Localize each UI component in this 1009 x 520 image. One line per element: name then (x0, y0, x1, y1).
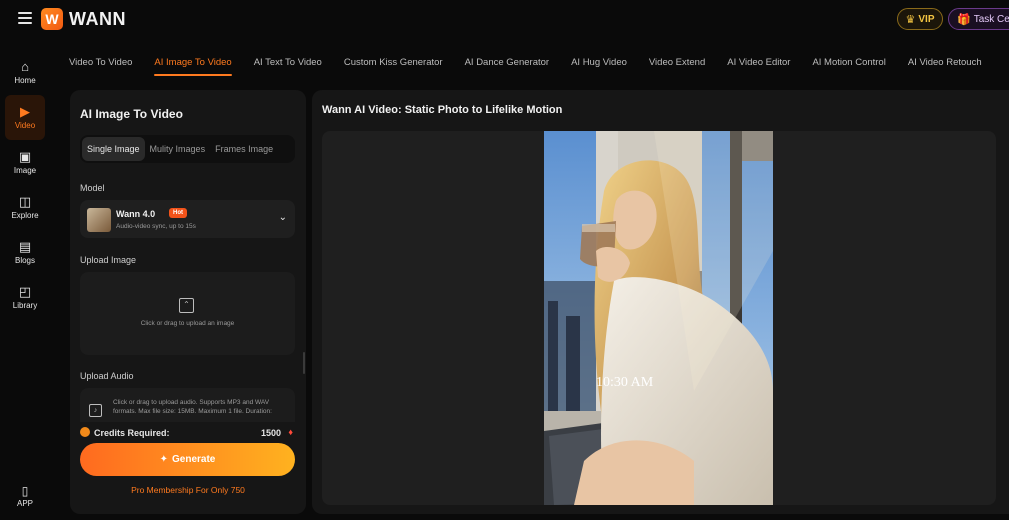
library-icon: ◰ (18, 284, 32, 299)
audio-upload-icon: ♪ (89, 404, 102, 417)
model-description: Audio-video sync, up to 15s (116, 223, 196, 230)
settings-panel: AI Image To Video Single Image Mulity Im… (70, 90, 306, 514)
preview-area: 10:30 AM (322, 131, 996, 505)
pro-membership-link[interactable]: Pro Membership For Only 750 (70, 485, 306, 495)
top-bar: W WANN ♛ VIP 🎁 Task Center (0, 0, 1009, 40)
nav-item-home[interactable]: ⌂ Home (0, 50, 50, 95)
nav-label: Image (13, 166, 37, 175)
tool-tabs: Video To Video AI Image To Video AI Text… (58, 52, 993, 76)
preview-panel: Wann AI Video: Static Photo to Lifelike … (312, 90, 1009, 514)
panel-title: AI Image To Video (80, 107, 183, 121)
credits-value: 1500 (260, 428, 281, 438)
gem-icon: ♦ (288, 427, 293, 437)
brand-logo[interactable]: W WANN (41, 8, 126, 30)
preview-title: Wann AI Video: Static Photo to Lifelike … (322, 104, 563, 116)
credits-row: Credits Required: 1500 ♦ (80, 427, 295, 439)
video-icon: ▶ (20, 104, 30, 119)
tab-ai-dance-generator[interactable]: AI Dance Generator (454, 52, 561, 76)
model-name: Wann 4.0 (116, 209, 156, 219)
mode-multiple-images[interactable]: Mulity Images (145, 137, 211, 161)
sample-video-preview[interactable]: 10:30 AM (544, 131, 773, 505)
task-center-label: Task Center (973, 13, 1009, 25)
blogs-icon: ▤ (18, 239, 32, 254)
panel-scrollbar[interactable] (303, 352, 305, 374)
nav-item-blogs[interactable]: ▤ Blogs (0, 230, 50, 275)
sparkle-icon: ✦ (159, 454, 169, 465)
overlay-time: 10:30 AM (596, 375, 654, 390)
nav-item-app[interactable]: ▯ APP (0, 484, 50, 514)
nav-label: Home (14, 76, 36, 85)
credits-label: Credits Required: (94, 428, 170, 438)
tab-ai-image-to-video[interactable]: AI Image To Video (143, 52, 242, 76)
brand-name: WANN (69, 8, 126, 29)
chevron-down-icon: ⌄ (278, 212, 287, 223)
tab-ai-video-editor[interactable]: AI Video Editor (716, 52, 801, 76)
upload-image-label: Upload Image (80, 255, 137, 265)
generate-label: Generate (172, 454, 216, 465)
nav-label: APP (16, 499, 33, 508)
generate-button[interactable]: ✦ Generate (80, 443, 295, 476)
crown-icon: ♛ (905, 13, 916, 26)
tab-ai-hug-video[interactable]: AI Hug Video (560, 52, 638, 76)
nav-label: Video (14, 121, 36, 130)
menu-icon[interactable] (18, 12, 32, 24)
nav-item-image[interactable]: ▣ Image (0, 140, 50, 185)
model-select[interactable]: Wann 4.0 Hot Audio-video sync, up to 15s… (80, 200, 295, 238)
upload-audio-dropzone[interactable]: ♪ Click or drag to upload audio. Support… (80, 388, 295, 422)
upload-audio-label: Upload Audio (80, 371, 134, 381)
mode-frames-image[interactable]: Frames Image (210, 137, 278, 161)
hot-badge: Hot (169, 208, 187, 218)
nav-label: Library (12, 301, 38, 310)
logo-mark: W (41, 8, 63, 30)
phone-icon: ▯ (21, 484, 29, 498)
woman-drinking-coffee-image: 10:30 AM (544, 131, 773, 505)
image-upload-icon: ⌃ (179, 298, 194, 313)
tab-video-to-video[interactable]: Video To Video (58, 52, 143, 76)
model-thumbnail (87, 208, 111, 232)
upload-image-hint: Click or drag to upload an image (140, 320, 235, 327)
tab-video-extend[interactable]: Video Extend (638, 52, 716, 76)
vip-label: VIP (918, 13, 935, 25)
mode-single-image[interactable]: Single Image (82, 137, 145, 161)
upload-audio-hint: Click or drag to upload audio. Supports … (113, 399, 272, 415)
nav-item-explore[interactable]: ◫ Explore (0, 185, 50, 230)
tab-ai-motion-control[interactable]: AI Motion Control (801, 52, 896, 76)
task-center-button[interactable]: 🎁 Task Center (948, 8, 1009, 30)
explore-icon: ◫ (18, 194, 32, 209)
tab-ai-video-retouch[interactable]: AI Video Retouch (897, 52, 993, 76)
left-nav: ⌂ Home ▶ Video ▣ Image ◫ Explore ▤ Blogs… (0, 50, 50, 320)
model-label: Model (80, 183, 105, 193)
home-icon: ⌂ (21, 59, 29, 74)
tab-custom-kiss-generator[interactable]: Custom Kiss Generator (333, 52, 454, 76)
upload-image-dropzone[interactable]: ⌃ Click or drag to upload an image (80, 272, 295, 355)
coin-icon (80, 427, 90, 437)
tab-ai-text-to-video[interactable]: AI Text To Video (243, 52, 333, 76)
nav-label: Explore (11, 211, 39, 220)
vip-button[interactable]: ♛ VIP (897, 8, 943, 30)
gift-icon: 🎁 (957, 13, 971, 26)
nav-item-library[interactable]: ◰ Library (0, 275, 50, 320)
nav-item-video[interactable]: ▶ Video (5, 95, 45, 140)
nav-label: Blogs (14, 256, 35, 265)
mode-switcher: Single Image Mulity Images Frames Image (80, 135, 295, 163)
image-icon: ▣ (18, 149, 32, 164)
